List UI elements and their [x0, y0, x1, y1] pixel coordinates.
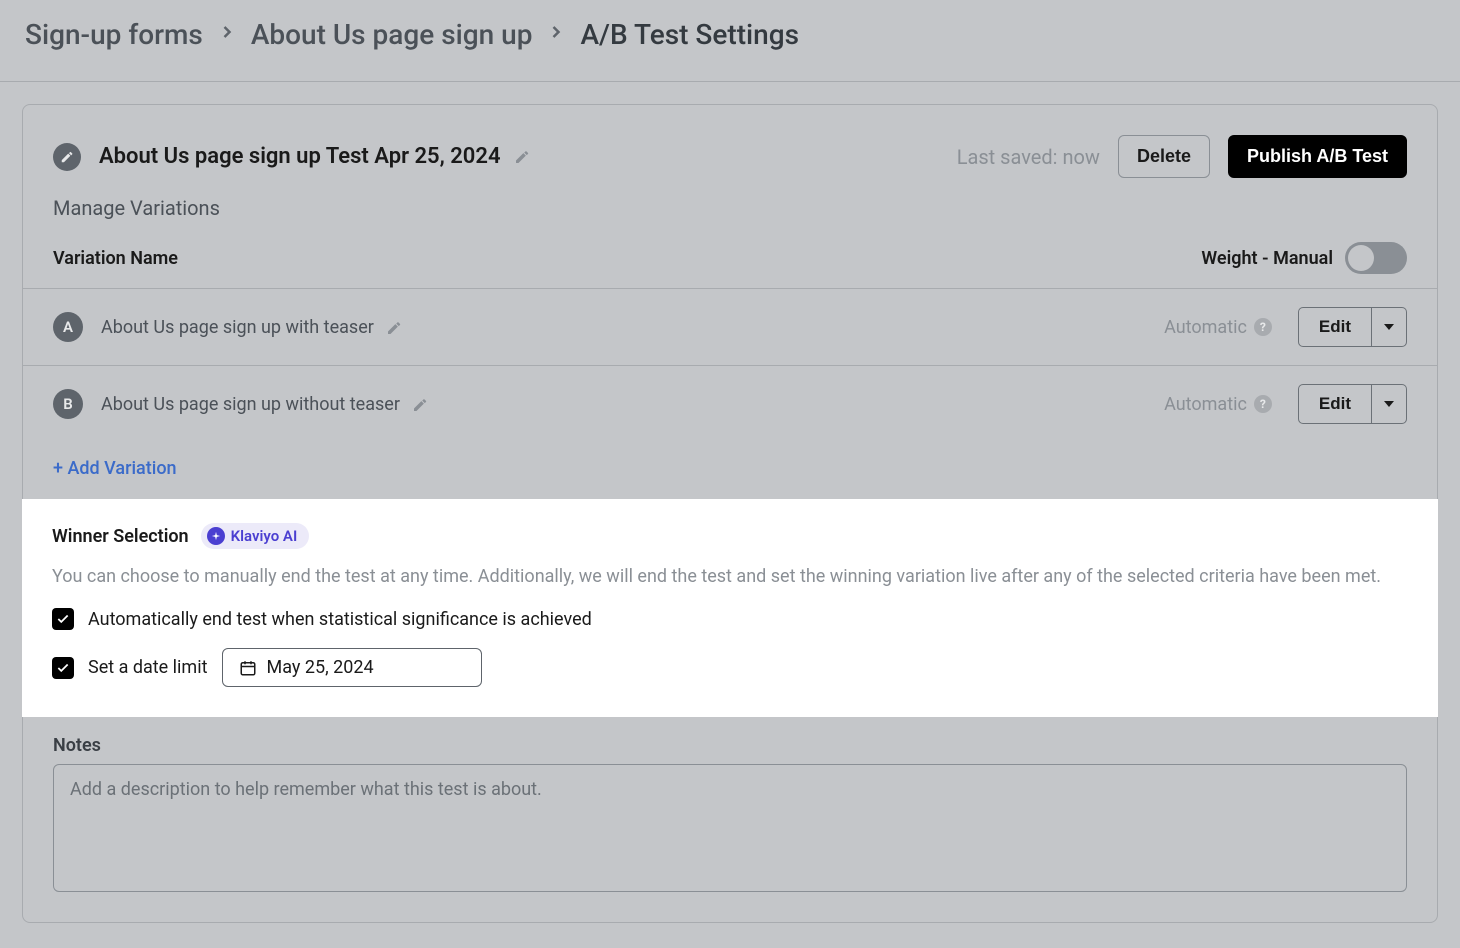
auto-end-label: Automatically end test when statistical …: [88, 609, 592, 630]
edit-variation-button[interactable]: Edit: [1298, 384, 1372, 424]
column-variation-name: Variation Name: [53, 248, 178, 269]
breadcrumb-current: A/B Test Settings: [580, 18, 799, 51]
notes-textarea[interactable]: [53, 764, 1407, 892]
breadcrumb-item-signup-forms[interactable]: Sign-up forms: [25, 18, 203, 51]
chevron-right-icon: [546, 22, 566, 47]
notes-label: Notes: [53, 735, 1407, 756]
toggle-knob: [1348, 245, 1374, 271]
weight-toggle[interactable]: [1345, 242, 1407, 274]
manage-variations-label: Manage Variations: [23, 196, 1437, 228]
date-value: May 25, 2024: [267, 657, 374, 678]
variation-badge: A: [53, 312, 83, 342]
settings-card: About Us page sign up Test Apr 25, 2024 …: [22, 104, 1438, 923]
date-limit-input[interactable]: May 25, 2024: [222, 648, 482, 687]
variation-name-label: About Us page sign up without teaser: [101, 394, 428, 415]
weight-value: Automatic ?: [1164, 394, 1272, 415]
add-variation-link[interactable]: + Add Variation: [23, 442, 1437, 499]
help-icon[interactable]: ?: [1254, 318, 1272, 336]
delete-button[interactable]: Delete: [1118, 135, 1210, 178]
date-limit-row: Set a date limit May 25, 2024: [52, 648, 1408, 687]
test-icon: [53, 143, 81, 171]
variation-row-b: B About Us page sign up without teaser A…: [23, 366, 1437, 442]
weight-value: Automatic ?: [1164, 317, 1272, 338]
date-limit-checkbox[interactable]: [52, 657, 74, 679]
notes-section: Notes: [23, 717, 1437, 922]
edit-variation-menu[interactable]: [1372, 384, 1407, 424]
date-limit-label: Set a date limit: [88, 657, 208, 678]
weight-control: Weight - Manual: [1201, 242, 1407, 274]
ai-sparkle-icon: [207, 527, 225, 545]
edit-variation-menu[interactable]: [1372, 307, 1407, 347]
chevron-right-icon: [217, 22, 237, 47]
weight-label: Weight - Manual: [1201, 248, 1333, 269]
breadcrumb-bar: Sign-up forms About Us page sign up A/B …: [0, 0, 1460, 82]
help-icon[interactable]: ?: [1254, 395, 1272, 413]
breadcrumb-item-about-us[interactable]: About Us page sign up: [251, 18, 533, 51]
breadcrumb: Sign-up forms About Us page sign up A/B …: [25, 18, 1435, 51]
publish-button[interactable]: Publish A/B Test: [1228, 135, 1407, 178]
variation-name-label: About Us page sign up with teaser: [101, 317, 402, 338]
auto-end-row: Automatically end test when statistical …: [52, 608, 1408, 630]
edit-name-icon[interactable]: [386, 320, 402, 336]
last-saved-label: Last saved: now: [957, 145, 1100, 169]
card-header: About Us page sign up Test Apr 25, 2024 …: [23, 105, 1437, 196]
test-title: About Us page sign up Test Apr 25, 2024: [99, 144, 530, 169]
winner-description: You can choose to manually end the test …: [52, 563, 1408, 590]
edit-name-icon[interactable]: [412, 397, 428, 413]
edit-title-icon[interactable]: [514, 149, 530, 165]
calendar-icon: [239, 659, 257, 677]
auto-end-checkbox[interactable]: [52, 608, 74, 630]
variations-table-header: Variation Name Weight - Manual: [23, 228, 1437, 289]
edit-variation-button[interactable]: Edit: [1298, 307, 1372, 347]
variation-badge: B: [53, 389, 83, 419]
klaviyo-ai-badge: Klaviyo AI: [201, 523, 310, 549]
variation-row-a: A About Us page sign up with teaser Auto…: [23, 289, 1437, 366]
winner-selection-title: Winner Selection: [52, 526, 189, 547]
winner-selection-section: Winner Selection Klaviyo AI You can choo…: [22, 499, 1438, 717]
